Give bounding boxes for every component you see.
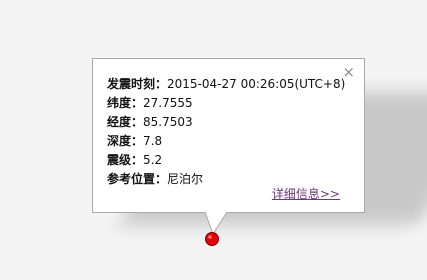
row-latitude: 纬度：27.7555 [107,94,345,113]
label-magnitude: 震级： [107,153,144,167]
label-latitude: 纬度： [107,96,144,110]
row-longitude: 经度：85.7503 [107,113,345,132]
row-time: 发震时刻：2015-04-27 00:26:05(UTC+8) [107,75,345,94]
value-longitude: 85.7503 [143,115,193,129]
value-location: 尼泊尔 [167,172,204,186]
value-time: 2015-04-27 00:26:05(UTC+8) [167,77,346,91]
detail-link[interactable]: 详细信息>> [272,185,340,202]
value-magnitude: 5.2 [143,153,163,167]
info-rows: 发震时刻：2015-04-27 00:26:05(UTC+8) 纬度：27.75… [107,75,345,189]
epicenter-marker-icon[interactable] [204,230,222,248]
label-location: 参考位置： [107,172,168,186]
label-time: 发震时刻： [107,77,168,91]
row-depth: 深度：7.8 [107,132,345,151]
value-depth: 7.8 [143,134,163,148]
row-magnitude: 震级：5.2 [107,151,345,170]
earthquake-info-popup: × 发震时刻：2015-04-27 00:26:05(UTC+8) 纬度：27.… [92,58,365,213]
label-longitude: 经度： [107,115,144,129]
label-depth: 深度： [107,134,144,148]
value-latitude: 27.7555 [143,96,193,110]
